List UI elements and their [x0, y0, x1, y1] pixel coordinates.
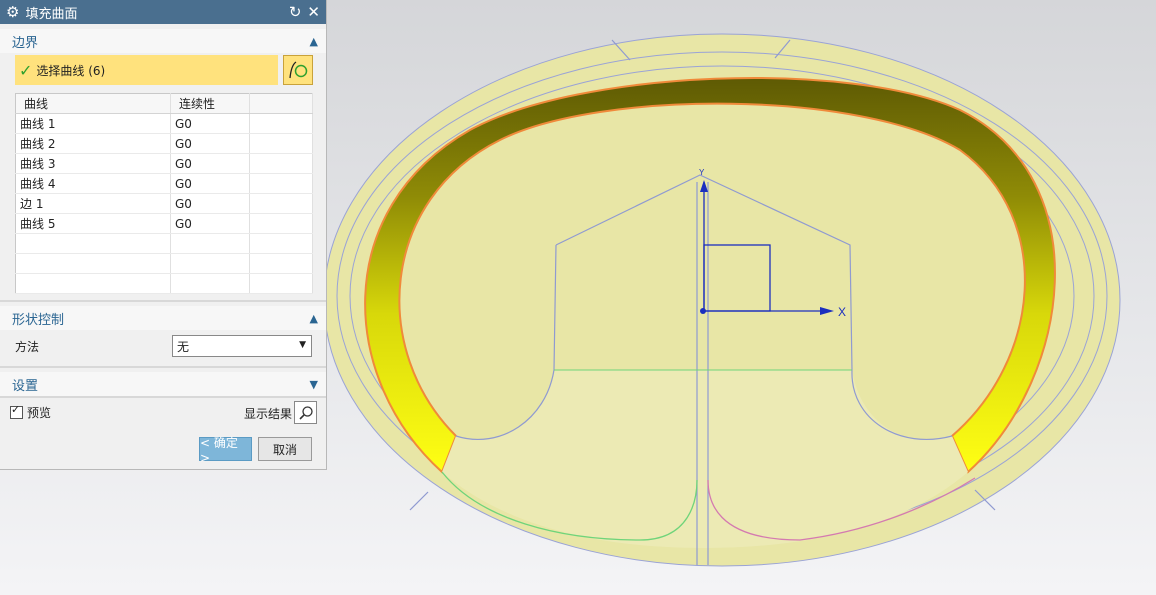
table-row[interactable]: 曲线 1 G0 [15, 113, 313, 134]
curve-select-icon [289, 61, 308, 79]
boundary-section-label: 边界 [12, 35, 39, 51]
select-curve-label: 选择曲线 (6) [36, 63, 106, 78]
shape-control-label: 形状控制 [12, 312, 65, 328]
axis-x-label: X [838, 305, 846, 319]
show-result-label: 显示结果 [244, 407, 293, 421]
boundary-section-header[interactable]: 边界 ▲ [0, 29, 326, 53]
table-row[interactable]: 曲线 3 G0 [15, 153, 313, 174]
method-label: 方法 [15, 339, 40, 354]
reset-icon[interactable]: ↻ [289, 4, 302, 20]
table-row[interactable]: 曲线 5 G0 [15, 213, 313, 234]
wcs-origin [700, 308, 706, 314]
shape-control-section: 形状控制 ▲ 方法 无 ▼ 设置 ▼ [0, 300, 326, 398]
table-row[interactable]: 曲线 4 G0 [15, 173, 313, 194]
check-icon: ✓ [19, 60, 33, 80]
curve-cell: 曲线 2 [15, 133, 171, 154]
empty-table-row [15, 273, 313, 294]
curve-cell: 曲线 1 [15, 113, 171, 134]
continuity-cell[interactable]: G0 [170, 193, 250, 214]
curve-cell: 曲线 4 [15, 173, 171, 194]
empty-table-row [15, 253, 313, 274]
curve-cell: 曲线 3 [15, 153, 171, 174]
curve-selection-button[interactable] [283, 55, 313, 85]
method-row: 方法 无 ▼ [0, 330, 326, 362]
cancel-button[interactable]: 取消 [258, 437, 312, 461]
chevron-up-icon[interactable]: ▲ [310, 312, 318, 325]
preview-checkbox[interactable] [10, 403, 23, 419]
continuity-cell[interactable]: G0 [170, 153, 250, 174]
continuity-cell[interactable]: G0 [170, 173, 250, 194]
axis-y-label: Y [699, 168, 705, 177]
magnifier-icon [298, 405, 313, 420]
ok-button[interactable]: < 确定 > [199, 436, 252, 465]
method-value: 无 [177, 339, 190, 354]
preview-label: 预览 [27, 406, 52, 420]
continuity-cell[interactable]: G0 [170, 113, 250, 134]
close-icon[interactable]: ✕ [307, 4, 320, 20]
method-select[interactable]: 无 ▼ [172, 335, 312, 357]
column-header-curve[interactable]: 曲线 [15, 93, 171, 114]
shape-control-header[interactable]: 形状控制 ▲ [0, 306, 326, 330]
empty-table-row [15, 233, 313, 254]
dialog-titlebar[interactable]: ⚙ 填充曲面 ↻ ✕ [0, 0, 326, 24]
settings-label: 设置 [12, 378, 39, 394]
curve-cell: 曲线 5 [15, 213, 171, 234]
select-curve-row: ✓ 选择曲线 (6) [0, 53, 326, 87]
fill-surface-dialog: ⚙ 填充曲面 ↻ ✕ 边界 ▲ ✓ 选择曲线 (6) 曲线 连续性 曲线 1 G… [0, 0, 327, 470]
table-row[interactable]: 边 1 G0 [15, 193, 313, 214]
select-curve-bar[interactable]: ✓ 选择曲线 (6) [15, 55, 278, 85]
chevron-up-icon[interactable]: ▲ [310, 35, 318, 48]
settings-header[interactable]: 设置 ▼ [0, 372, 326, 396]
gear-icon[interactable]: ⚙ [6, 4, 19, 20]
continuity-cell[interactable]: G0 [170, 213, 250, 234]
continuity-cell[interactable]: G0 [170, 133, 250, 154]
table-header-row: 曲线 连续性 [15, 93, 313, 114]
column-header-continuity[interactable]: 连续性 [170, 93, 250, 114]
curve-cell: 边 1 [15, 193, 171, 214]
show-result-button[interactable] [294, 401, 317, 424]
dialog-title: 填充曲面 [25, 6, 78, 22]
preview-row: 预览 [10, 403, 52, 421]
curve-list-table: 曲线 连续性 曲线 1 G0 曲线 2 G0 曲线 3 G0 曲线 4 G0 边… [15, 93, 313, 294]
table-row[interactable]: 曲线 2 G0 [15, 133, 313, 154]
column-header-empty [249, 93, 313, 114]
dropdown-arrow-icon: ▼ [299, 340, 306, 350]
chevron-down-icon[interactable]: ▼ [310, 378, 318, 391]
